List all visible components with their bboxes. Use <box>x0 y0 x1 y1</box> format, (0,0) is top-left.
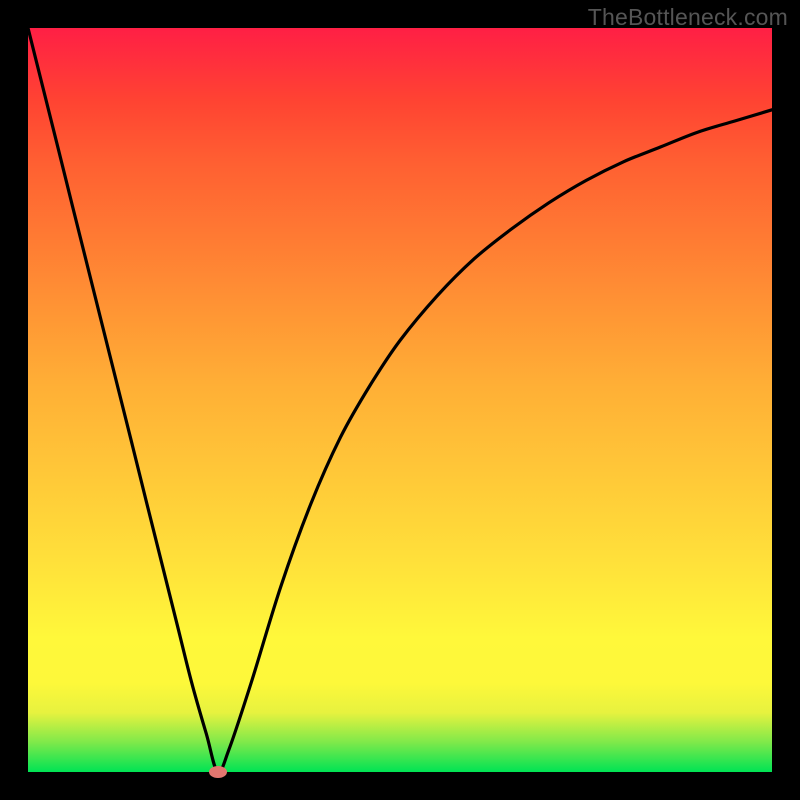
plot-area <box>28 28 772 772</box>
bottleneck-curve <box>28 28 772 772</box>
chart-frame: TheBottleneck.com <box>0 0 800 800</box>
optimal-point-marker <box>209 766 227 778</box>
watermark-text: TheBottleneck.com <box>588 4 788 31</box>
